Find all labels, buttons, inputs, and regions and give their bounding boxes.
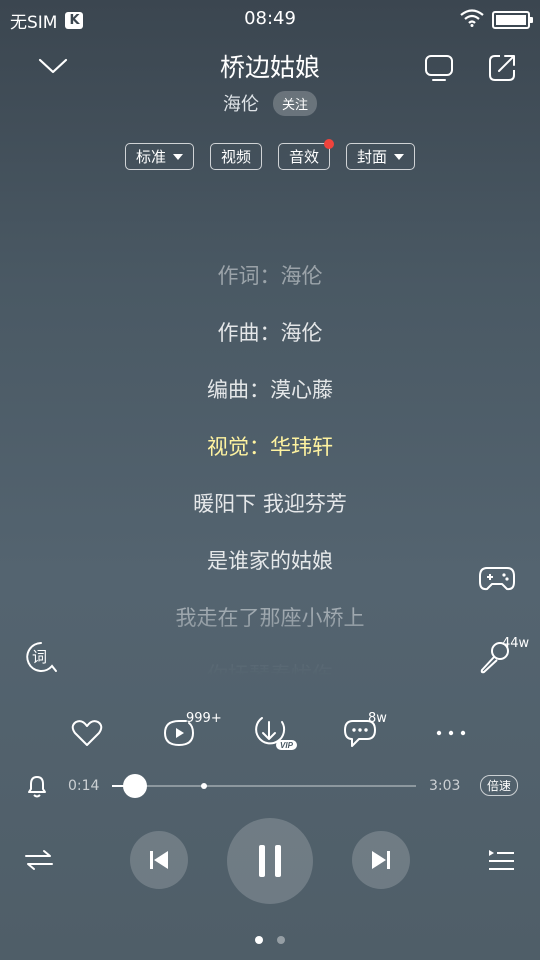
total-time: 3:03 (429, 778, 461, 794)
progress-row: 0:14 3:03 倍速 (0, 770, 540, 804)
buffer-marker (201, 783, 208, 789)
status-right (460, 9, 533, 31)
player-header: 桥边姑娘 海伦 关注 (0, 40, 540, 120)
option-pills: 标准 视频 音效 封面 (0, 139, 540, 170)
sound-effect-button[interactable]: 音效 (278, 139, 335, 170)
page-dot-active (255, 936, 263, 944)
game-controller-icon[interactable] (478, 562, 516, 596)
next-button[interactable] (352, 831, 410, 889)
follow-button[interactable]: 关注 (272, 90, 317, 116)
lyric-line: 是谁家的姑娘 (207, 549, 333, 573)
lyric-line: 我走在了那座小桥上 (175, 606, 365, 630)
page-indicator (0, 936, 540, 944)
video-count-badge: 999+ (186, 711, 222, 726)
bell-timer-icon[interactable] (24, 772, 50, 800)
lyric-line-active: 视觉：华玮轩 (207, 435, 333, 459)
progress-thumb[interactable] (123, 774, 148, 798)
more-options-icon[interactable] (432, 722, 470, 744)
caret-down-icon (172, 153, 183, 160)
notification-dot (324, 139, 335, 149)
vip-label: VIP (280, 741, 294, 750)
share-icon[interactable] (484, 50, 520, 86)
action-row: 999+ VIP 8w (0, 710, 540, 760)
pause-icon (259, 845, 281, 877)
battery-icon (492, 11, 533, 29)
cast-screen-icon[interactable] (421, 50, 457, 86)
battery-fill (496, 15, 526, 25)
lyric-line: 作曲：海伦 (217, 321, 323, 345)
lyric-line: 作词：海伦 (217, 264, 323, 288)
karaoke-mic-button[interactable]: 44w (478, 636, 530, 676)
lyrics-panel[interactable]: 作词：海伦 作曲：海伦 编曲：漠心藤 视觉：华玮轩 暖阳下 我迎芬芳 是谁家的姑… (0, 256, 540, 676)
artist-name[interactable]: 海伦 (223, 90, 259, 116)
playback-speed-button[interactable]: 倍速 (479, 775, 518, 796)
comment-count-badge: 8w (368, 711, 387, 726)
status-time: 08:49 (244, 8, 296, 29)
wifi-icon (460, 9, 484, 31)
previous-icon (150, 851, 168, 869)
cover-label: 封面 (357, 148, 388, 166)
progress-track[interactable] (112, 774, 416, 798)
video-button[interactable]: 视频 (209, 143, 262, 170)
status-bar: 无SIM K 08:49 (0, 0, 540, 38)
current-time: 0:14 (68, 778, 100, 794)
previous-button[interactable] (130, 831, 188, 889)
caret-down-icon (394, 153, 405, 160)
mic-count-badge: 44w (502, 636, 530, 651)
lyric-poster-button[interactable]: 词 (24, 640, 58, 674)
pause-button[interactable] (227, 818, 313, 904)
artist-row: 海伦 关注 (0, 90, 540, 116)
page-dot (277, 936, 285, 944)
song-title: 桥边姑娘 (219, 53, 320, 82)
lyric-line: 暖阳下 我迎芬芳 (193, 492, 347, 516)
cover-dropdown[interactable]: 封面 (346, 143, 416, 170)
playback-controls (0, 815, 540, 905)
quality-label: 标准 (135, 148, 166, 166)
sound-effect-label: 音效 (289, 148, 320, 166)
heart-icon[interactable] (70, 716, 104, 750)
playlist-icon[interactable] (486, 845, 516, 875)
lyric-line: 编曲：漠心藤 (207, 378, 333, 402)
next-icon (372, 851, 390, 869)
lyric-line: 你抚琴奏忧伤 (207, 663, 333, 676)
quality-dropdown[interactable]: 标准 (124, 143, 194, 170)
video-label: 视频 (220, 148, 251, 166)
download-vip-icon[interactable]: VIP (252, 714, 298, 752)
lyric-icon-label: 词 (32, 648, 48, 666)
shuffle-repeat-icon[interactable] (24, 847, 54, 873)
